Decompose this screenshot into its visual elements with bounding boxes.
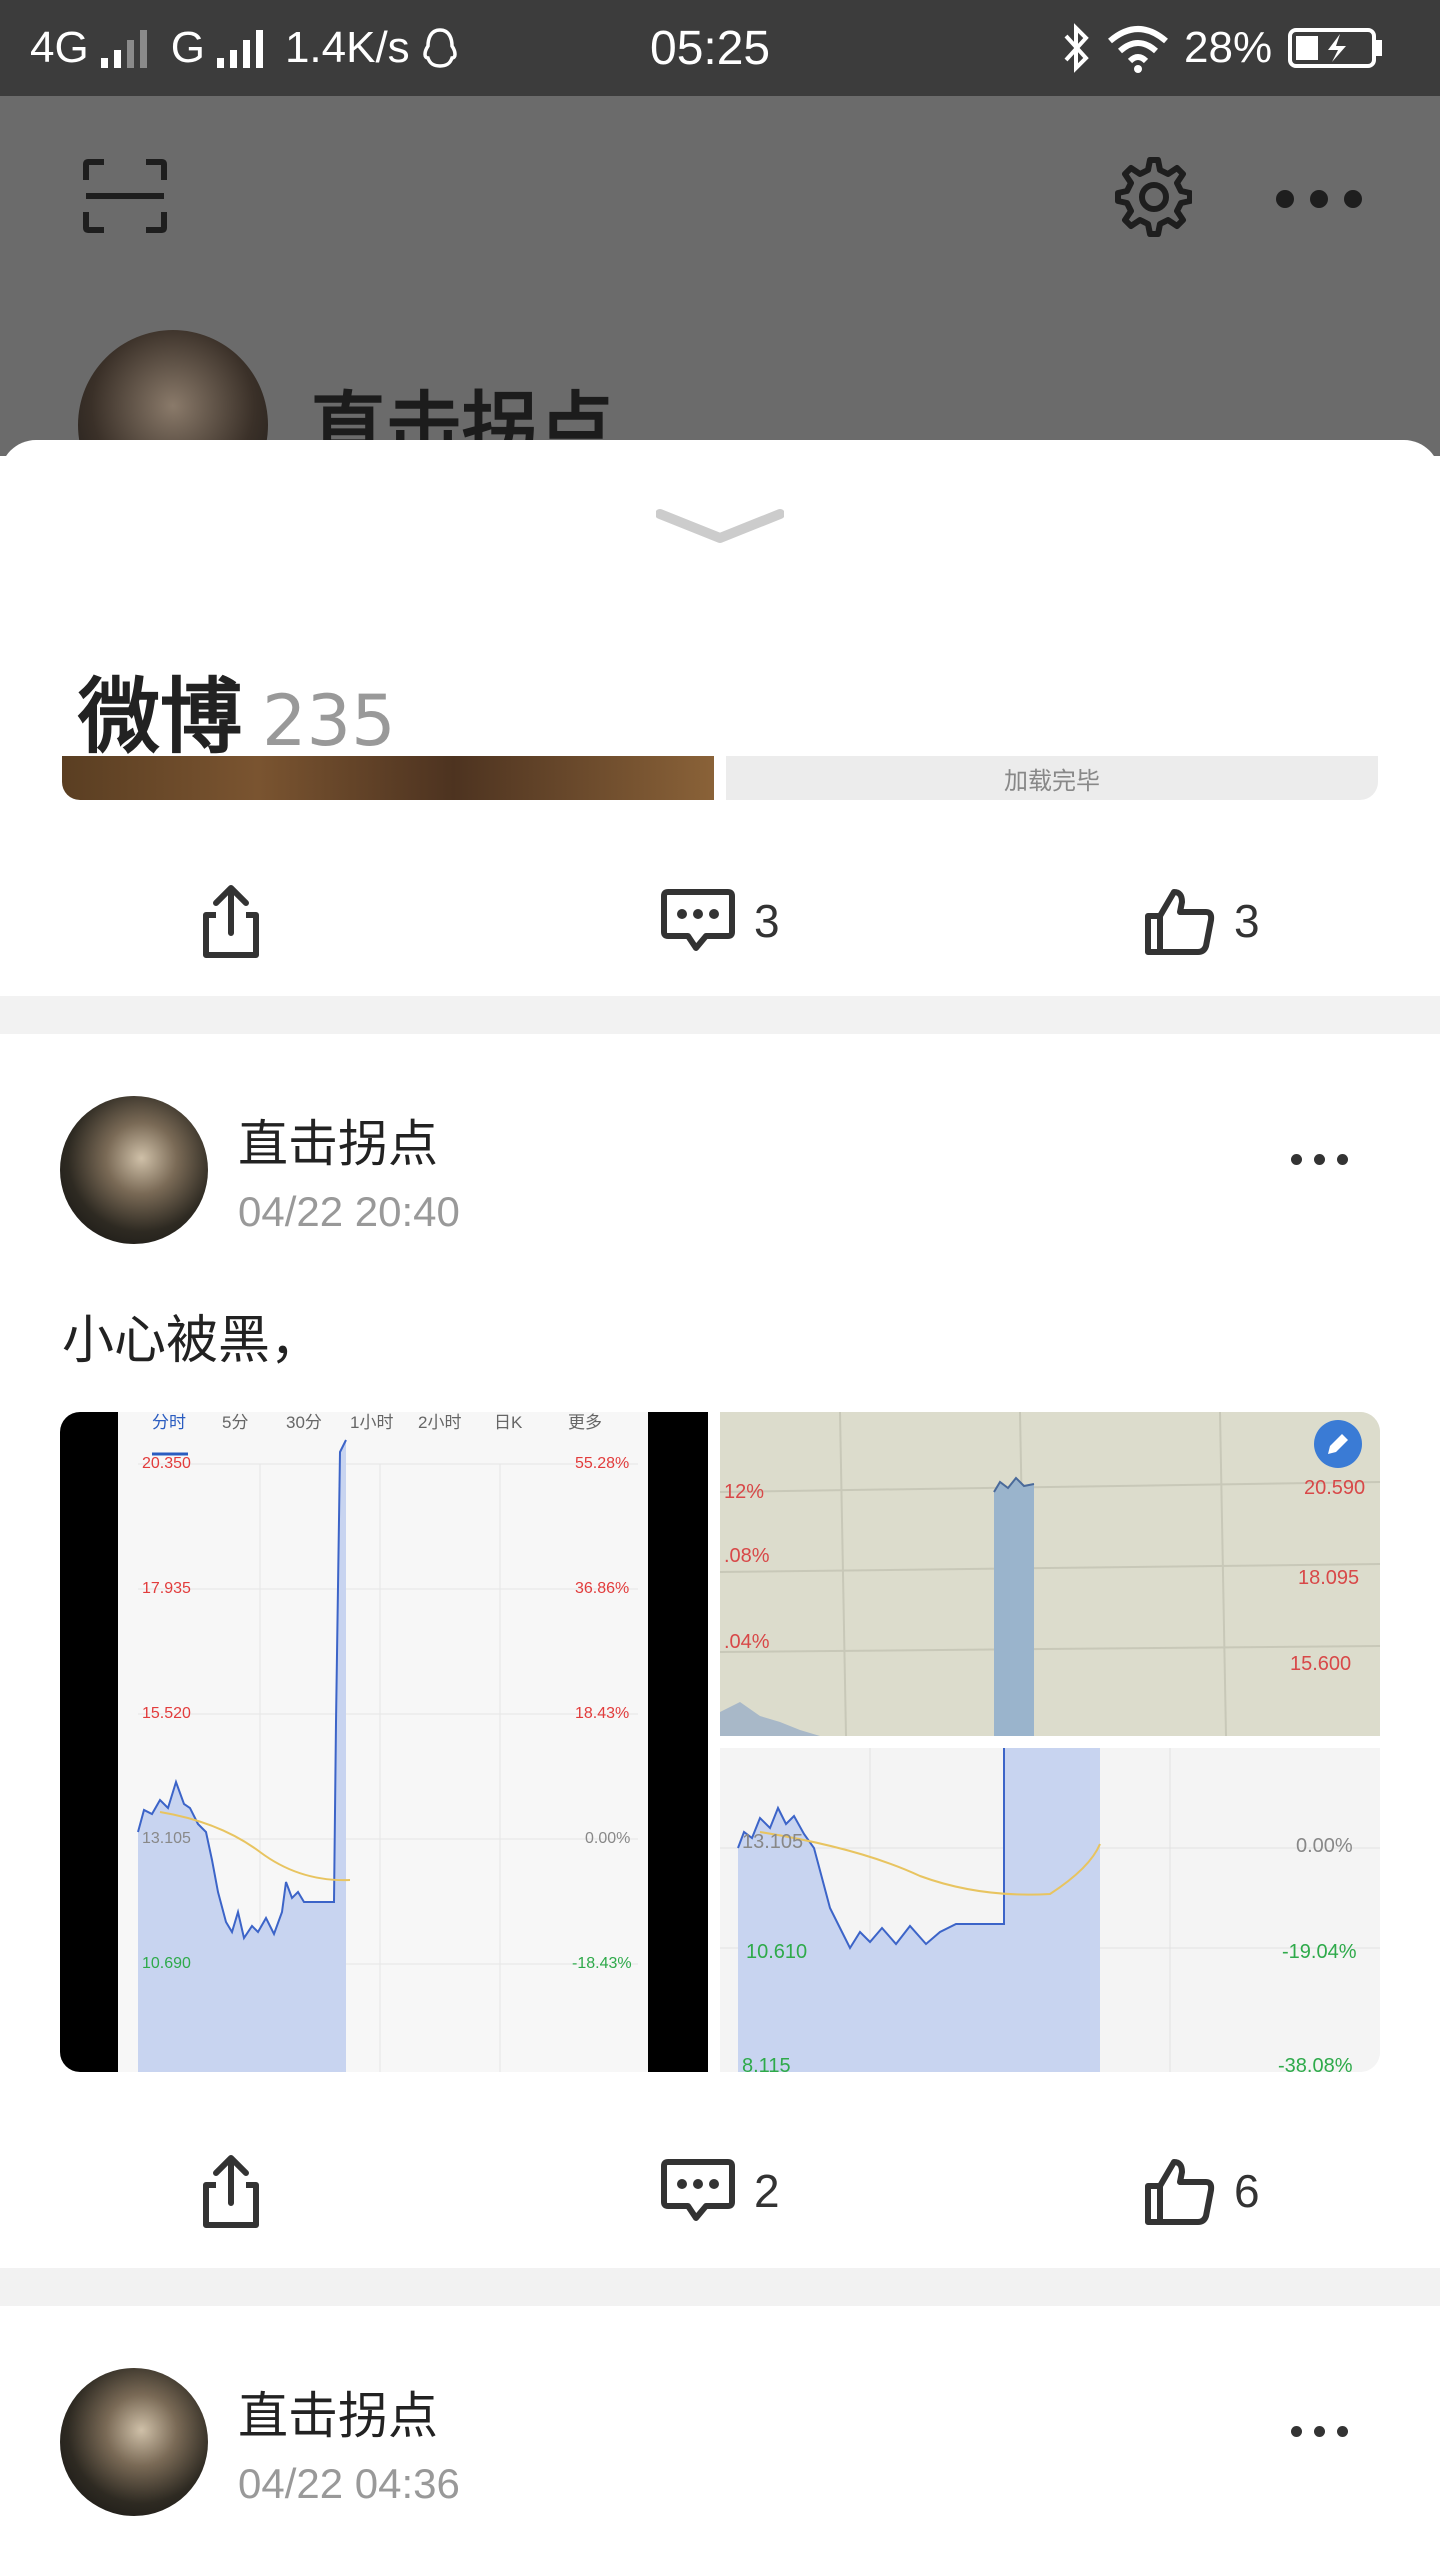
like-count: 6 bbox=[1234, 2165, 1260, 2217]
percent-label: 0.00% bbox=[1296, 1835, 1353, 1857]
post-more-icon[interactable] bbox=[1291, 1154, 1348, 1165]
post-header: 直击拐点 04/22 04:36 bbox=[0, 2368, 1440, 2528]
divider bbox=[0, 996, 1440, 1034]
price-label: 10.690 bbox=[142, 1955, 191, 1972]
post-time: 04/22 04:36 bbox=[238, 2460, 460, 2507]
comment-count: 2 bbox=[754, 2165, 780, 2217]
chart-tab: 日K bbox=[494, 1413, 523, 1432]
weibo-count: 235 bbox=[262, 680, 396, 762]
post-author[interactable]: 直击拐点 bbox=[238, 1104, 438, 1176]
post-header: 直击拐点 04/22 20:40 bbox=[0, 1096, 1440, 1256]
price-label: 20.590 bbox=[1304, 1477, 1365, 1499]
stock-chart-bottom-right: 13.105 10.610 8.115 0.00% -19.04% -38.08… bbox=[720, 1748, 1380, 2072]
profile-avatar[interactable] bbox=[78, 330, 268, 456]
qq-icon bbox=[422, 28, 457, 68]
share-icon bbox=[203, 885, 259, 958]
loaded-bar: 加载完毕 bbox=[726, 756, 1378, 800]
chart-tab: 2小时 bbox=[418, 1413, 461, 1432]
share-icon bbox=[203, 2155, 259, 2228]
network-indicator: 4G G 1.4K/s bbox=[30, 0, 460, 96]
network-type-4g: 4G bbox=[30, 23, 89, 72]
percent-label: -18.43% bbox=[572, 1955, 632, 1972]
sheet-title-text: 微博 bbox=[78, 670, 243, 765]
percent-label: -38.08% bbox=[1278, 2055, 1353, 2072]
comment-icon bbox=[661, 2159, 735, 2221]
price-label: 8.115 bbox=[742, 2055, 791, 2072]
avatar[interactable] bbox=[60, 1096, 208, 1244]
battery-percent: 28% bbox=[1184, 23, 1273, 72]
percent-label: 18.43% bbox=[575, 1705, 629, 1722]
chart-tab: 1小时 bbox=[350, 1413, 393, 1432]
thumbs-up-icon bbox=[1145, 889, 1215, 955]
loaded-text: 加载完毕 bbox=[1004, 766, 1100, 795]
network-speed: 1.4K/s bbox=[284, 23, 410, 72]
thumbs-up-icon bbox=[1145, 2159, 1215, 2225]
bluetooth-icon bbox=[1064, 23, 1089, 73]
price-label: 17.935 bbox=[142, 1580, 191, 1597]
wifi-icon bbox=[1108, 26, 1168, 73]
price-label: 13.105 bbox=[142, 1830, 191, 1847]
like-count: 3 bbox=[1234, 895, 1260, 947]
percent-label: 12% bbox=[724, 1481, 764, 1503]
comment-button[interactable]: 2 bbox=[660, 2136, 780, 2246]
percent-label: 0.00% bbox=[585, 1830, 630, 1847]
share-button[interactable] bbox=[196, 866, 266, 976]
signal-icon bbox=[100, 28, 147, 68]
post-image-grid: 分时 5分 30分 1小时 2小时 日K 更多 20.350 17.935 15… bbox=[60, 1412, 1380, 2072]
sheet-title: 微博 235 bbox=[78, 650, 396, 769]
price-label: 15.520 bbox=[142, 1705, 191, 1722]
signal-icon bbox=[216, 28, 263, 68]
chart-tab: 分时 bbox=[152, 1413, 186, 1432]
clock: 05:25 bbox=[650, 21, 771, 75]
post-image-partial[interactable] bbox=[62, 756, 714, 800]
post-time: 04/22 20:40 bbox=[238, 1188, 460, 1235]
percent-label: 36.86% bbox=[575, 1580, 629, 1597]
comment-button[interactable]: 3 bbox=[660, 866, 780, 976]
more-icon[interactable] bbox=[1276, 190, 1362, 208]
price-label: 13.105 bbox=[742, 1831, 803, 1853]
status-bar: 4G G 1.4K/s 05:25 28% bbox=[0, 0, 1440, 96]
gear-icon[interactable] bbox=[1108, 154, 1192, 238]
comment-icon bbox=[661, 889, 735, 951]
percent-label: .04% bbox=[724, 1631, 770, 1653]
collapse-handle-icon[interactable] bbox=[656, 504, 784, 554]
post-actions: 2 6 bbox=[0, 2136, 1440, 2246]
post-author[interactable]: 直击拐点 bbox=[238, 2376, 438, 2448]
post-actions: 3 3 bbox=[0, 866, 1440, 976]
stock-chart-photo: 12% .08% .04% 20.590 18.095 15.600 bbox=[719, 1412, 1380, 1737]
share-button[interactable] bbox=[196, 2136, 266, 2246]
chart-image-top-right[interactable]: 12% .08% .04% 20.590 18.095 15.600 bbox=[719, 1412, 1380, 1737]
price-label: 15.600 bbox=[1290, 1653, 1351, 1675]
chart-image-bottom-right[interactable]: 13.105 10.610 8.115 0.00% -19.04% -38.08… bbox=[720, 1748, 1380, 2072]
comment-count: 3 bbox=[754, 895, 780, 947]
stock-chart-left: 分时 5分 30分 1小时 2小时 日K 更多 20.350 17.935 15… bbox=[118, 1412, 648, 2072]
percent-label: -19.04% bbox=[1282, 1941, 1357, 1963]
price-label: 18.095 bbox=[1298, 1567, 1359, 1589]
edit-icon[interactable] bbox=[1314, 1420, 1362, 1468]
divider bbox=[0, 2268, 1440, 2306]
weibo-sheet: 微博 235 加载完毕 3 3 直击拐点 04/22 20:40 小心被黑， 分… bbox=[0, 440, 1440, 2560]
battery-charging-icon bbox=[1288, 28, 1383, 68]
chart-tab: 更多 bbox=[568, 1413, 602, 1432]
network-type-g: G bbox=[170, 23, 205, 72]
price-label: 20.350 bbox=[142, 1455, 191, 1472]
status-right: 28% bbox=[1060, 0, 1384, 96]
percent-label: 55.28% bbox=[575, 1455, 629, 1472]
post-more-icon[interactable] bbox=[1291, 2426, 1348, 2437]
profile-header: 直击拐点 bbox=[0, 96, 1440, 456]
percent-label: .08% bbox=[724, 1545, 770, 1567]
chart-tab: 30分 bbox=[286, 1413, 322, 1432]
like-button[interactable]: 3 bbox=[1144, 866, 1260, 976]
chart-tab: 5分 bbox=[222, 1413, 248, 1432]
scan-icon[interactable] bbox=[82, 158, 168, 234]
chart-image-left[interactable]: 分时 5分 30分 1小时 2小时 日K 更多 20.350 17.935 15… bbox=[60, 1412, 708, 2072]
like-button[interactable]: 6 bbox=[1144, 2136, 1260, 2246]
avatar[interactable] bbox=[60, 2368, 208, 2516]
post-text: 小心被黑， bbox=[62, 1311, 323, 1371]
price-label: 10.610 bbox=[746, 1941, 807, 1963]
